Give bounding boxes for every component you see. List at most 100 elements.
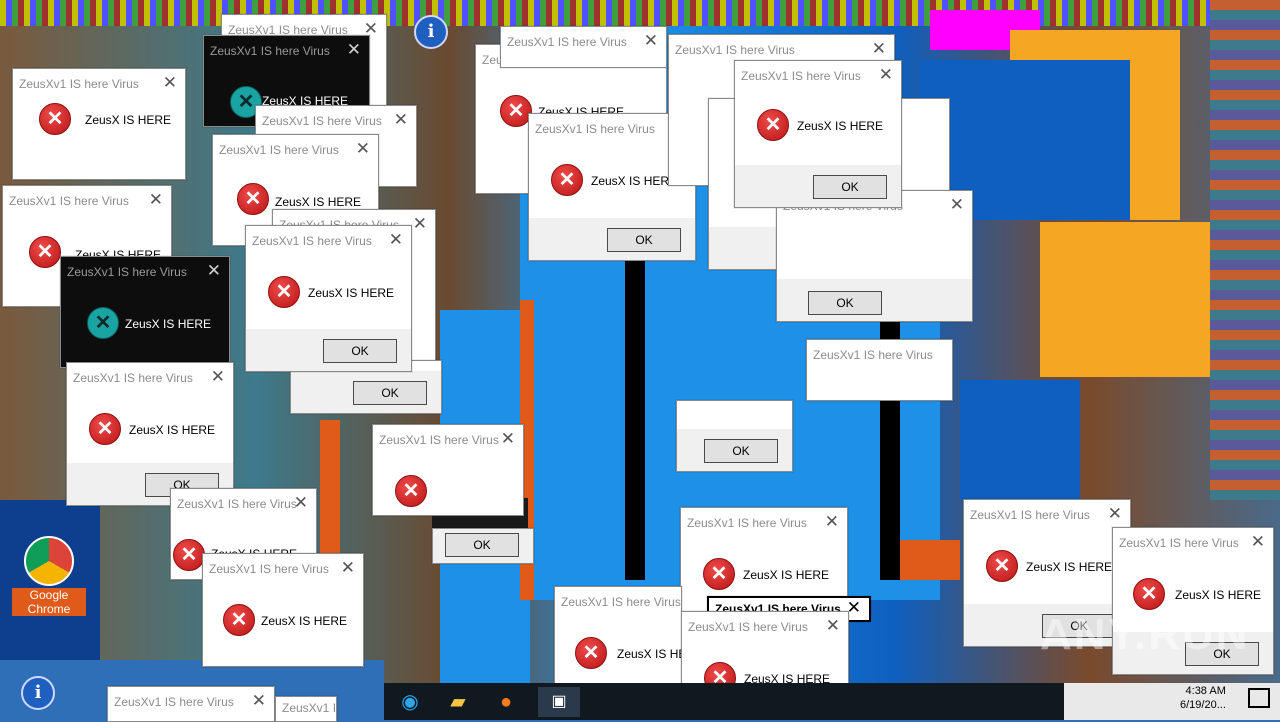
close-icon[interactable]: ✕ bbox=[413, 214, 427, 234]
dialog-title: ZeusXv1 IS here Virus bbox=[19, 77, 139, 91]
close-icon[interactable]: ✕ bbox=[950, 195, 964, 215]
close-icon[interactable]: ✕ bbox=[294, 493, 308, 513]
desktop-icon-chrome[interactable]: Google Chrome bbox=[12, 530, 86, 616]
close-icon[interactable]: ✕ bbox=[207, 261, 221, 281]
close-icon[interactable]: ✕ bbox=[149, 190, 163, 210]
info-icon: i bbox=[414, 15, 448, 49]
desktop-icon-label: Google Chrome bbox=[12, 588, 86, 616]
close-icon[interactable]: ✕ bbox=[347, 40, 361, 60]
ok-button[interactable]: OK bbox=[808, 291, 882, 315]
close-icon[interactable]: ✕ bbox=[356, 139, 370, 159]
dialog-title: ZeusXv1 IS here Virus bbox=[813, 348, 933, 362]
close-icon[interactable]: ✕ bbox=[163, 73, 177, 93]
window-icon[interactable]: ▣ bbox=[538, 687, 580, 717]
error-dialog[interactable]: ZeusXv1 IS here Virus ✕ bbox=[500, 26, 667, 68]
error-icon: ✕ bbox=[237, 183, 269, 215]
error-dialog[interactable]: ZeusXv1 IS here Virus ✕ ✕ ZeusX IS HERE bbox=[60, 256, 230, 368]
close-icon[interactable]: ✕ bbox=[872, 39, 886, 59]
close-icon[interactable]: ✕ bbox=[1108, 504, 1122, 524]
error-icon: ✕ bbox=[1133, 578, 1165, 610]
close-icon[interactable]: ✕ bbox=[501, 429, 515, 449]
dialog-message: ZeusX IS HERE bbox=[129, 423, 216, 437]
dialog-message: ZeusX IS HERE bbox=[125, 317, 212, 331]
dialog-title: ZeusXv1 IS here Virus bbox=[67, 265, 187, 279]
info-icon: i bbox=[21, 676, 55, 710]
glitch-stripe bbox=[900, 540, 960, 580]
error-dialog[interactable]: ZeusXv1 IS here Virus✕ OK bbox=[776, 190, 973, 322]
error-dialog[interactable]: ZeusXv1 IS here Virus bbox=[806, 339, 953, 401]
error-dialog[interactable]: ZeusXv1 IS here Virus✕ ✕ZeusX IS HERE bbox=[202, 553, 364, 667]
error-icon: ✕ bbox=[575, 637, 607, 669]
close-icon[interactable]: ✕ bbox=[211, 367, 225, 387]
error-icon: ✕ bbox=[39, 103, 71, 135]
dialog-title: ZeusXv1 IS here Virus bbox=[741, 69, 861, 83]
error-icon: ✕ bbox=[986, 550, 1018, 582]
ok-button[interactable]: OK bbox=[445, 533, 519, 557]
dialog-title: ZeusXv1 IS here Virus bbox=[252, 234, 372, 248]
dialog-title: ZeusXv1 IS here Virus bbox=[379, 433, 499, 447]
error-dialog[interactable]: ZeusXv1 IS here Virus bbox=[275, 696, 337, 722]
dialog-title: ZeusXv1 IS here Virus bbox=[73, 371, 193, 385]
ok-button[interactable]: OK bbox=[813, 175, 887, 199]
error-icon: ✕ bbox=[268, 276, 300, 308]
ok-button[interactable]: OK bbox=[704, 439, 778, 463]
watermark: ANY.RUN bbox=[1040, 610, 1250, 659]
error-dialog[interactable]: OK bbox=[432, 528, 534, 564]
dialog-message: ZeusX IS HERE bbox=[1026, 560, 1113, 574]
clock-time: 4:38 AM bbox=[1185, 685, 1226, 697]
close-icon[interactable]: ✕ bbox=[826, 616, 840, 636]
ok-button[interactable]: OK bbox=[353, 381, 427, 405]
dialog-title: ZeusXv1 IS here Virus bbox=[687, 516, 807, 530]
error-dialog[interactable]: ZeusXv1 IS here Virus ✕ ✕ ZeusX IS HERE OK bbox=[245, 225, 412, 372]
dialog-title: ZeusXv1 IS here Virus bbox=[535, 122, 655, 136]
ok-button[interactable]: OK bbox=[323, 339, 397, 363]
chrome-icon bbox=[24, 536, 74, 586]
dialog-message: ZeusX IS HERE bbox=[308, 286, 395, 300]
error-dialog[interactable]: ZeusXv1 IS here Virus✕ ✕ZeusX IS HERE bbox=[12, 68, 186, 180]
clock-date: 6/19/20... bbox=[1180, 699, 1226, 711]
dialog-title: ZeusXv1 IS here Virus bbox=[209, 562, 329, 576]
close-icon[interactable]: ✕ bbox=[252, 691, 266, 711]
dialog-title: ZeusXv1 IS here Virus bbox=[9, 194, 129, 208]
error-icon: ✕ bbox=[223, 604, 255, 636]
dialog-title: ZeusXv1 IS here Virus bbox=[262, 114, 382, 128]
dialog-title: ZeusXv1 IS here Virus bbox=[675, 43, 795, 57]
error-dialog[interactable]: ZeusXv1 IS here Virus✕ ✕ZeusX IS HERE bbox=[681, 611, 849, 687]
error-icon: ✕ bbox=[551, 164, 583, 196]
error-icon: ✕ bbox=[87, 307, 119, 339]
close-icon[interactable]: ✕ bbox=[341, 558, 355, 578]
file-explorer-icon[interactable]: ▰ bbox=[442, 687, 474, 717]
ok-button[interactable]: OK bbox=[607, 228, 681, 252]
error-dialog[interactable]: ZeusXv1 IS here Virus✕ ✕ZeusX IS HERE OK bbox=[66, 362, 234, 506]
error-icon: ✕ bbox=[703, 558, 735, 590]
dialog-title: ZeusXv1 IS here Virus bbox=[688, 620, 808, 634]
error-dialog[interactable]: ZeusXv1 IS here Virus ✕ ✕ bbox=[372, 424, 524, 516]
close-icon[interactable]: ✕ bbox=[879, 65, 893, 85]
edge-icon[interactable]: ◉ bbox=[394, 687, 426, 717]
close-icon[interactable]: ✕ bbox=[644, 31, 658, 51]
dialog-message: ZeusX IS HERE bbox=[591, 174, 678, 188]
error-icon: ✕ bbox=[757, 109, 789, 141]
dialog-message: ZeusX IS HERE bbox=[743, 568, 830, 582]
dialog-message: ZeusX IS HERE bbox=[275, 195, 362, 209]
error-dialog[interactable]: ZeusXv1 IS here Virus ✕ ✕ ZeusX IS HERE OK bbox=[734, 60, 902, 208]
dialog-title: ZeusXv1 IS here Virus bbox=[282, 701, 337, 715]
error-dialog[interactable]: OK bbox=[676, 400, 793, 472]
error-icon: ✕ bbox=[395, 475, 427, 507]
clock[interactable]: 4:38 AM 6/19/20... bbox=[1180, 684, 1226, 712]
close-icon[interactable]: ✕ bbox=[389, 230, 403, 250]
glitch-stripe bbox=[0, 0, 1280, 26]
dialog-message: ZeusX IS HERE bbox=[1175, 588, 1262, 602]
dialog-title: ZeusXv1 IS here Virus bbox=[1119, 536, 1239, 550]
dialog-title: ZeusXv1 IS here Virus bbox=[177, 497, 297, 511]
close-icon[interactable]: ✕ bbox=[825, 512, 839, 532]
error-dialog[interactable]: ZeusXv1 IS here Virus ✕ bbox=[107, 686, 275, 722]
dialog-message: ZeusX IS HERE bbox=[797, 119, 884, 133]
error-icon: ✕ bbox=[173, 539, 205, 571]
firefox-icon[interactable]: ● bbox=[490, 687, 522, 717]
close-icon[interactable]: ✕ bbox=[394, 110, 408, 130]
glitch-stripe bbox=[1210, 0, 1280, 500]
notification-icon[interactable] bbox=[1248, 688, 1270, 708]
close-icon[interactable]: ✕ bbox=[1251, 532, 1265, 552]
error-dialog[interactable]: ZeusXv1 IS here Virus ✕ ZeusX IS HERE bbox=[554, 586, 682, 688]
